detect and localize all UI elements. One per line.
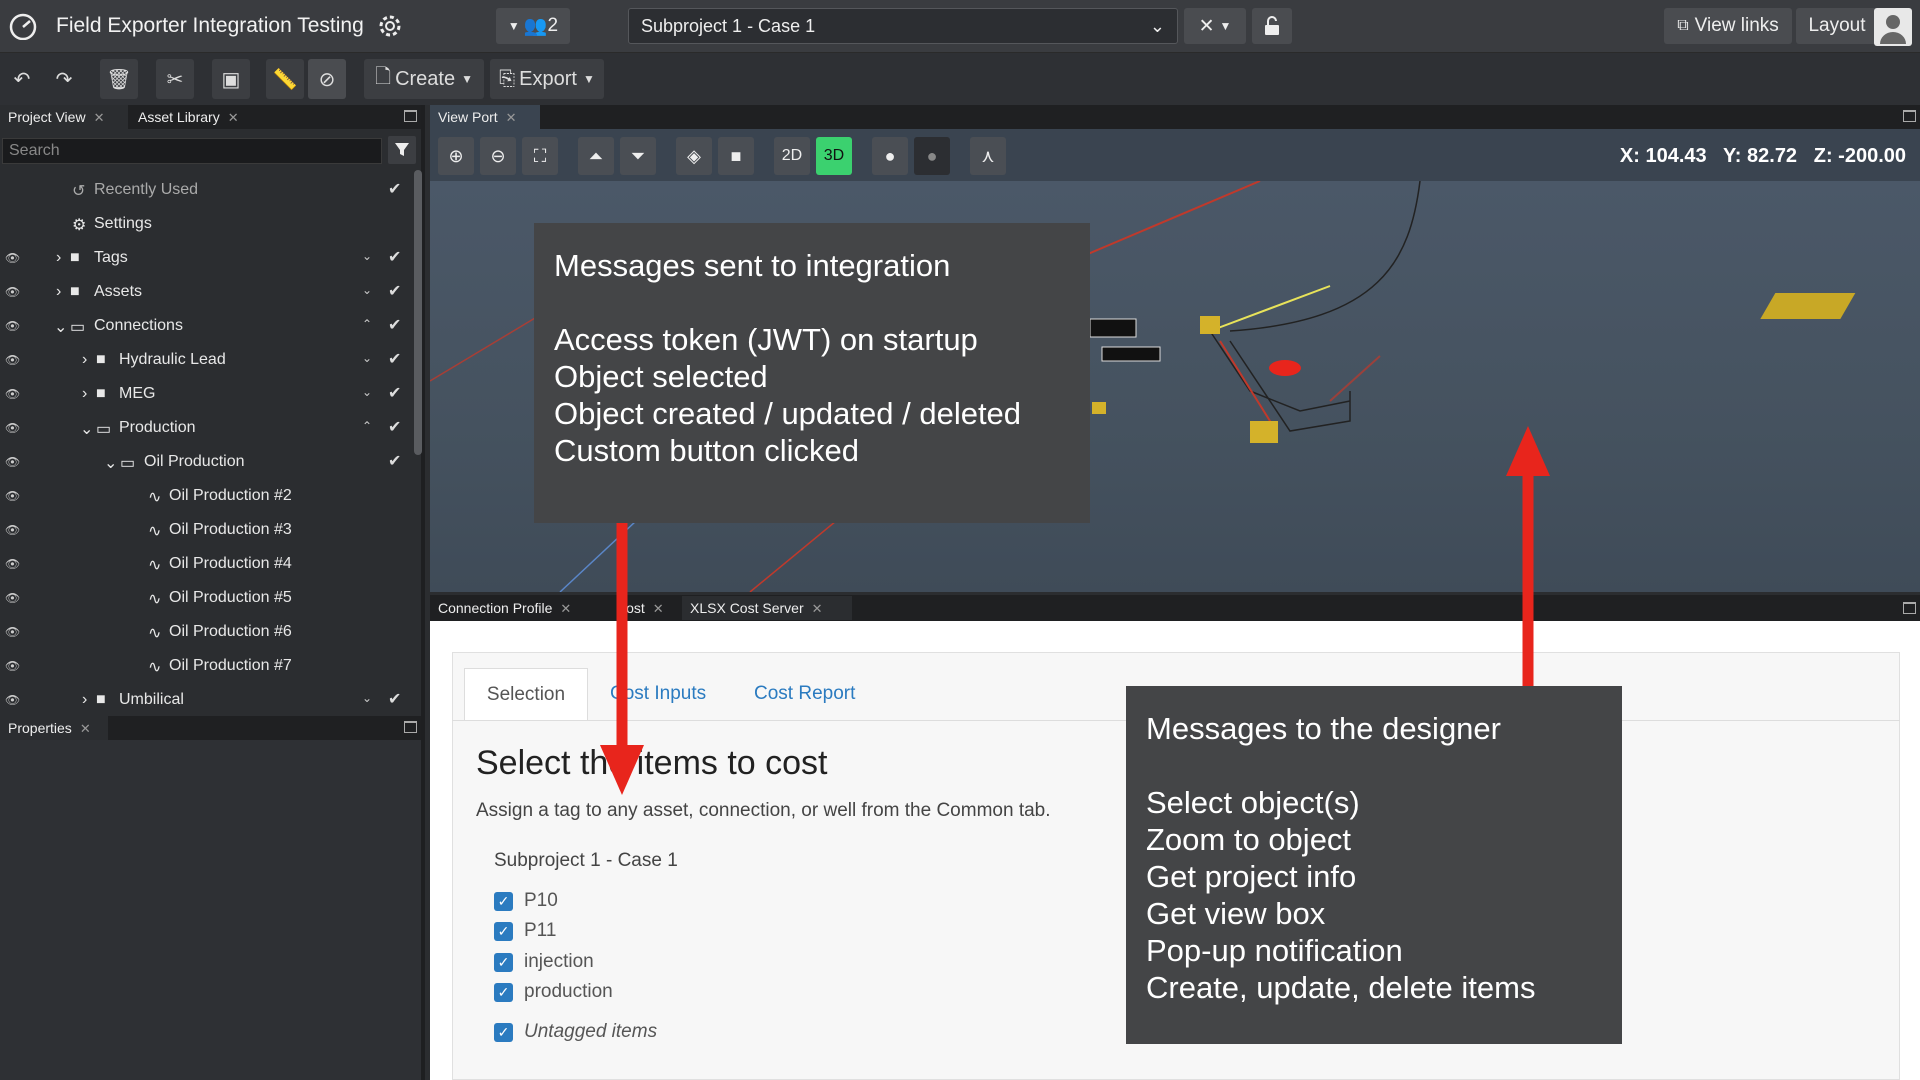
arrow-down-to-cost-panel [600,523,644,795]
arrow-up-to-viewport [1506,426,1550,686]
annotation-arrows [600,426,1550,795]
